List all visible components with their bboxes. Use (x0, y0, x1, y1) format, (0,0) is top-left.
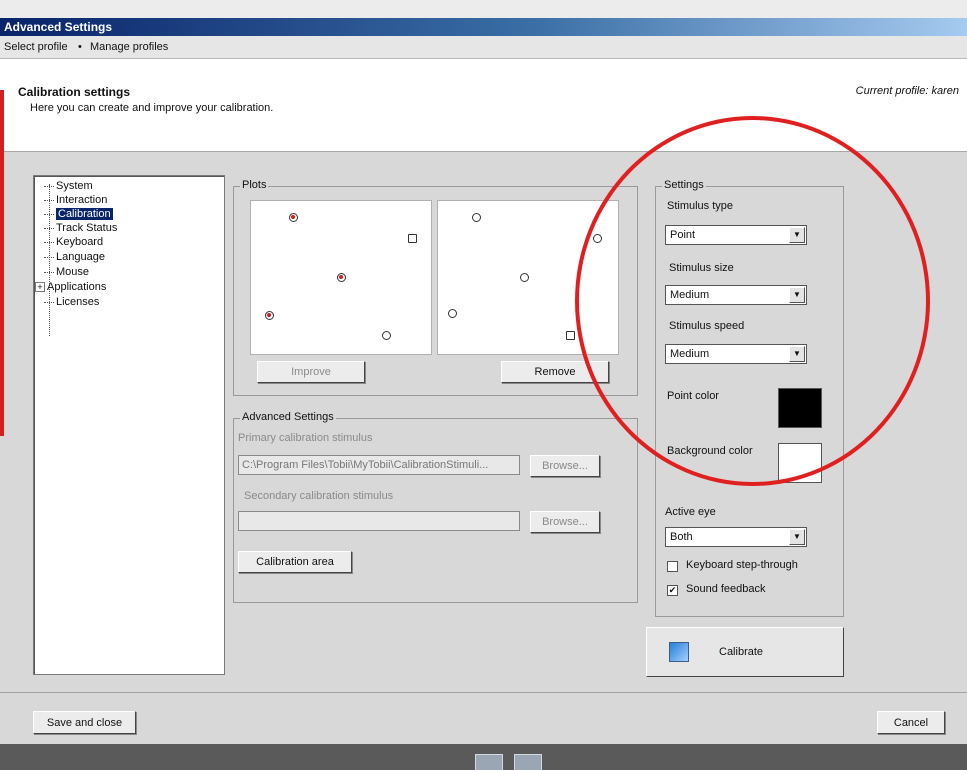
chevron-down-icon[interactable]: ▼ (789, 529, 805, 545)
advanced-settings-group: Advanced Settings Primary calibration st… (233, 411, 638, 603)
menu-manage-profiles[interactable]: Manage profiles (90, 36, 168, 58)
calibrate-icon (669, 642, 689, 662)
calibration-point-marker (566, 331, 575, 340)
secondary-stimulus-field[interactable] (238, 511, 520, 531)
remove-button[interactable]: Remove (501, 361, 609, 383)
cancel-button[interactable]: Cancel (877, 711, 945, 734)
stimulus-speed-dropdown[interactable]: Medium ▼ (665, 344, 807, 364)
chevron-down-icon[interactable]: ▼ (789, 287, 805, 303)
tree-item-applications[interactable]: + Applications (35, 281, 106, 294)
calibration-point-marker (265, 311, 274, 320)
calibrate-button[interactable]: Calibrate (646, 627, 844, 677)
active-eye-dropdown[interactable]: Both ▼ (665, 527, 807, 547)
red-accent-bar (0, 90, 4, 436)
secondary-stimulus-label: Secondary calibration stimulus (244, 490, 394, 502)
stimulus-speed-value: Medium (670, 348, 710, 360)
chevron-down-icon[interactable]: ▼ (789, 227, 805, 243)
calibration-point-marker (520, 273, 529, 282)
page-subtitle: Here you can create and improve your cal… (30, 102, 274, 114)
chevron-down-icon[interactable]: ▼ (789, 346, 805, 362)
sound-feedback-label: Sound feedback (686, 583, 766, 595)
tree-item-keyboard[interactable]: Keyboard (44, 236, 103, 249)
primary-browse-button[interactable]: Browse... (530, 455, 600, 477)
stimulus-type-label: Stimulus type (667, 200, 734, 212)
top-strip (0, 0, 967, 18)
tree-item-system[interactable]: System (44, 180, 93, 193)
stimulus-type-value: Point (670, 229, 696, 241)
footer-divider (0, 692, 967, 693)
stimulus-speed-label: Stimulus speed (669, 320, 745, 332)
secondary-browse-button[interactable]: Browse... (530, 511, 600, 533)
calibration-area-button[interactable]: Calibration area (238, 551, 352, 573)
keyboard-step-label: Keyboard step-through (686, 559, 798, 571)
calibration-point-marker (337, 273, 346, 282)
point-color-label: Point color (667, 390, 719, 402)
background-color-label: Background color (667, 445, 753, 457)
advanced-settings-legend: Advanced Settings (240, 411, 336, 423)
plot-right-eye (437, 200, 619, 355)
active-eye-value: Both (670, 531, 693, 543)
background-color-swatch[interactable] (778, 443, 822, 483)
tree-item-mouse[interactable]: Mouse (44, 266, 89, 279)
tree-item-interaction[interactable]: Interaction (44, 194, 107, 207)
tree-item-language[interactable]: Language (44, 251, 105, 264)
stimulus-size-label: Stimulus size (669, 262, 734, 274)
calibration-point-marker (408, 234, 417, 243)
settings-legend: Settings (662, 179, 706, 191)
calibration-point-marker (593, 234, 602, 243)
calibration-point-marker (472, 213, 481, 222)
page-title: Calibration settings (18, 85, 131, 99)
stimulus-size-value: Medium (670, 289, 710, 301)
calibrate-label: Calibrate (719, 646, 764, 658)
calibration-point-marker (289, 213, 298, 222)
current-profile: Current profile: karen (855, 85, 959, 97)
expand-icon[interactable]: + (35, 282, 45, 293)
save-and-close-button[interactable]: Save and close (33, 711, 136, 734)
tree-item-calibration[interactable]: Calibration (44, 208, 113, 221)
taskbar (0, 744, 967, 770)
plots-group: Plots Improve Remove (233, 179, 638, 396)
advanced-settings-window: Advanced Settings Select profile • Manag… (0, 0, 967, 770)
plots-legend: Plots (240, 179, 269, 191)
stimulus-size-dropdown[interactable]: Medium ▼ (665, 285, 807, 305)
primary-stimulus-field[interactable]: C:\Program Files\Tobii\MyTobii\Calibrati… (238, 455, 520, 475)
sound-feedback-checkbox[interactable]: ✔ (667, 585, 678, 596)
active-eye-label: Active eye (665, 506, 716, 518)
menu-separator: • (78, 41, 82, 53)
tree-item-licenses[interactable]: Licenses (44, 296, 99, 309)
improve-button[interactable]: Improve (257, 361, 365, 383)
primary-stimulus-label: Primary calibration stimulus (238, 432, 373, 444)
calibration-point-marker (448, 309, 457, 318)
menu-bar: Select profile • Manage profiles (0, 36, 967, 59)
settings-group: Settings Stimulus type Point ▼ Stimulus … (655, 179, 844, 617)
page-header: Calibration settings Here you can create… (0, 59, 967, 152)
tree-item-track-status[interactable]: Track Status (44, 222, 117, 235)
taskbar-button[interactable] (475, 754, 503, 770)
calibration-point-marker (382, 331, 391, 340)
plot-left-eye (250, 200, 432, 355)
settings-tree: System Interaction Calibration Track Sta… (33, 175, 225, 675)
title-bar: Advanced Settings (0, 18, 967, 36)
taskbar-button[interactable] (514, 754, 542, 770)
menu-select-profile[interactable]: Select profile (4, 36, 68, 58)
stimulus-type-dropdown[interactable]: Point ▼ (665, 225, 807, 245)
keyboard-step-checkbox[interactable] (667, 561, 678, 572)
point-color-swatch[interactable] (778, 388, 822, 428)
